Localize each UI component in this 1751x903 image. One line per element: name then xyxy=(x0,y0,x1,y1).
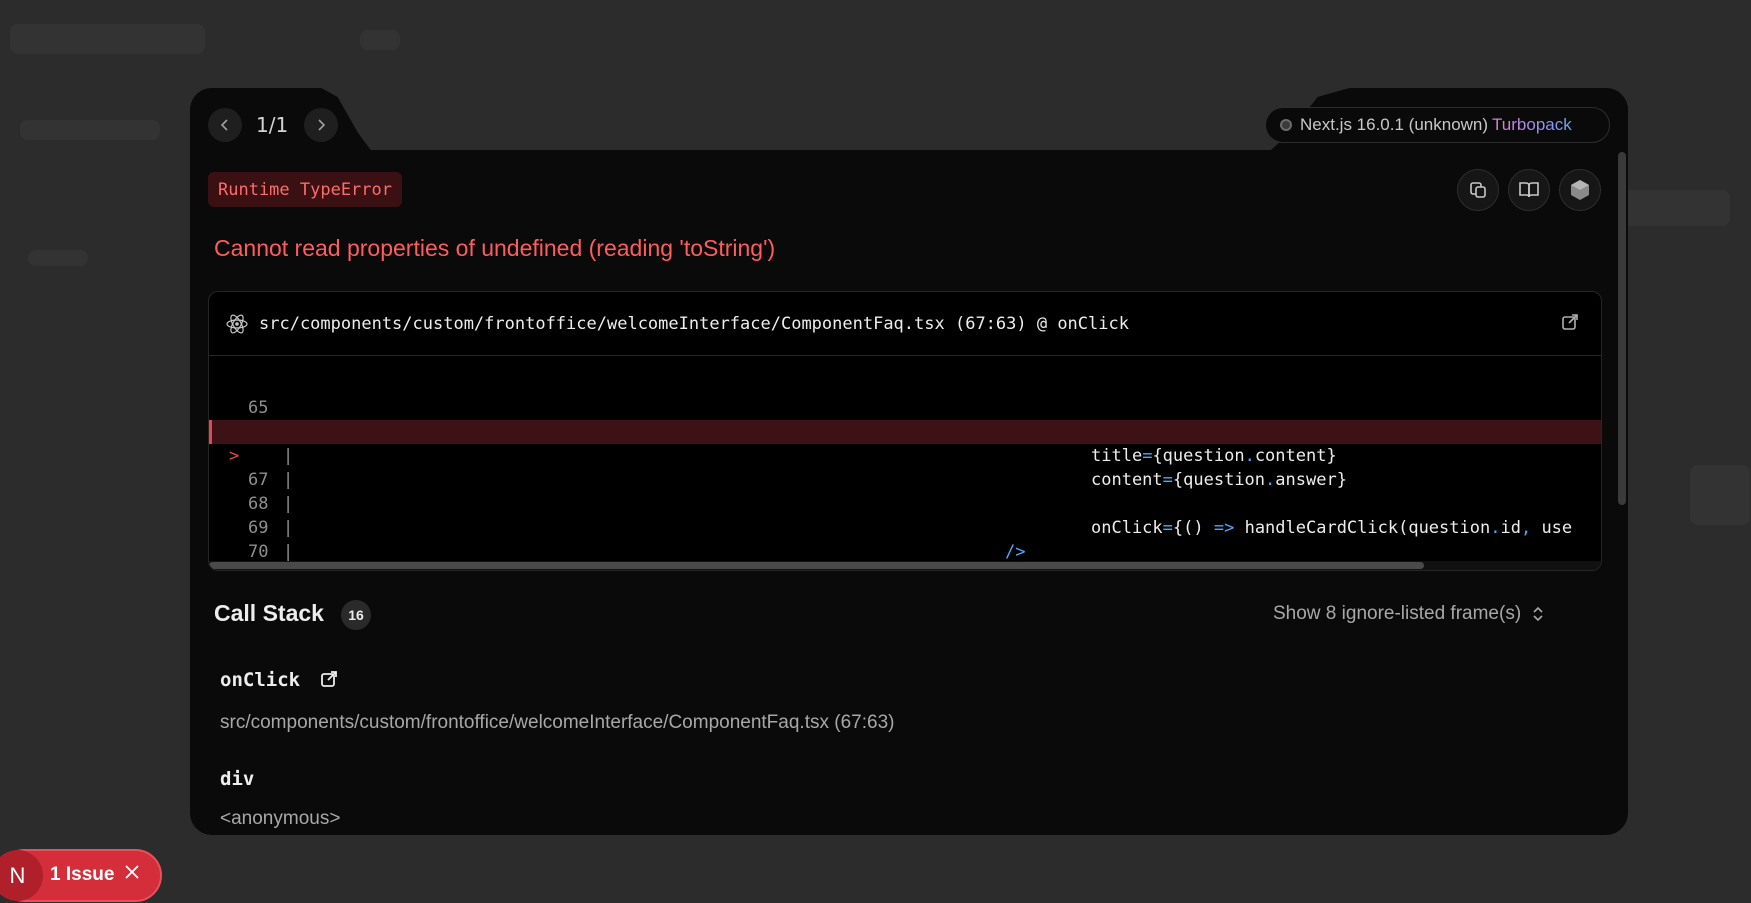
nodejs-inspector-button[interactable] xyxy=(1559,169,1601,211)
code-line: 69 | ))} xyxy=(209,492,1601,570)
stack-frame-source: src/components/custom/frontoffice/welcom… xyxy=(220,712,895,733)
version-label: Next.js 16.0.1 (unknown) xyxy=(1300,115,1489,134)
chevron-right-icon xyxy=(318,119,326,131)
error-pager: 1/1 xyxy=(256,113,289,137)
show-ignored-frames-label: Show 8 ignore-listed frame(s) xyxy=(1273,603,1522,624)
bundler-label: Turbopack xyxy=(1492,115,1572,134)
nextjs-logo: N xyxy=(0,850,43,901)
stack-frame-function-name: onClick xyxy=(220,669,301,691)
nextjs-version-badge[interactable]: Next.js 16.0.1 (unknown) Turbopack xyxy=(1265,107,1610,143)
code-line: 68 | /> xyxy=(209,468,1601,562)
show-ignored-frames-toggle[interactable]: Show 8 ignore-listed frame(s) xyxy=(1273,603,1545,625)
stack-frame-function: div xyxy=(220,768,255,790)
external-link-icon xyxy=(1562,314,1578,330)
code-frame-file-path: src/components/custom/frontoffice/welcom… xyxy=(259,313,1129,334)
react-icon xyxy=(226,314,248,333)
horizontal-scrollbar[interactable] xyxy=(209,561,1601,570)
code-frame-header: src/components/custom/frontoffice/welcom… xyxy=(209,292,1601,356)
chevron-up-down-icon xyxy=(1533,606,1543,622)
copy-icon xyxy=(1470,182,1486,198)
background-nav xyxy=(360,30,400,50)
error-message: Cannot read properties of undefined (rea… xyxy=(214,235,776,261)
horizontal-scrollbar-thumb[interactable] xyxy=(209,562,1424,569)
stack-frame-source: <anonymous> xyxy=(220,808,341,829)
code-line: 66 | content={question.answer} xyxy=(209,396,1601,490)
code-line-highlighted: > 67 | onClick={() => handleCardClick(qu… xyxy=(209,420,1601,538)
call-stack-count-badge: 16 xyxy=(341,600,371,630)
background-text xyxy=(28,250,88,266)
code-frame-body: 65 | title={question.content} 66 | conte… xyxy=(209,356,1601,570)
code-line: 70 | </> xyxy=(209,516,1601,570)
error-type-badge: Runtime TypeError xyxy=(208,172,402,207)
background-button xyxy=(1690,465,1750,525)
issues-indicator[interactable]: N 1 Issue xyxy=(0,849,162,902)
stack-frame-function[interactable]: onClick xyxy=(220,669,338,691)
code-line: | xyxy=(209,444,1601,490)
issues-count-label: 1 Issue xyxy=(50,864,115,885)
copy-error-button[interactable] xyxy=(1457,169,1499,211)
next-error-button[interactable] xyxy=(304,108,338,142)
background-logo xyxy=(10,24,205,54)
code-frame: src/components/custom/frontoffice/welcom… xyxy=(208,291,1602,571)
chevron-left-icon xyxy=(220,119,228,131)
background-text xyxy=(20,120,160,140)
external-link-icon[interactable] xyxy=(320,670,338,688)
close-icon[interactable] xyxy=(124,864,140,885)
call-stack-title: Call Stack xyxy=(214,600,324,626)
nodejs-icon xyxy=(1571,180,1589,200)
docs-button[interactable] xyxy=(1508,169,1550,211)
open-in-editor-button[interactable] xyxy=(1561,313,1579,336)
docs-book-icon xyxy=(1519,182,1539,198)
code-line: 65 | title={question.content} xyxy=(209,372,1601,466)
status-dot-icon xyxy=(1280,119,1292,131)
vertical-scrollbar-thumb[interactable] xyxy=(1618,152,1626,505)
previous-error-button[interactable] xyxy=(208,108,242,142)
background-button xyxy=(1620,190,1730,226)
